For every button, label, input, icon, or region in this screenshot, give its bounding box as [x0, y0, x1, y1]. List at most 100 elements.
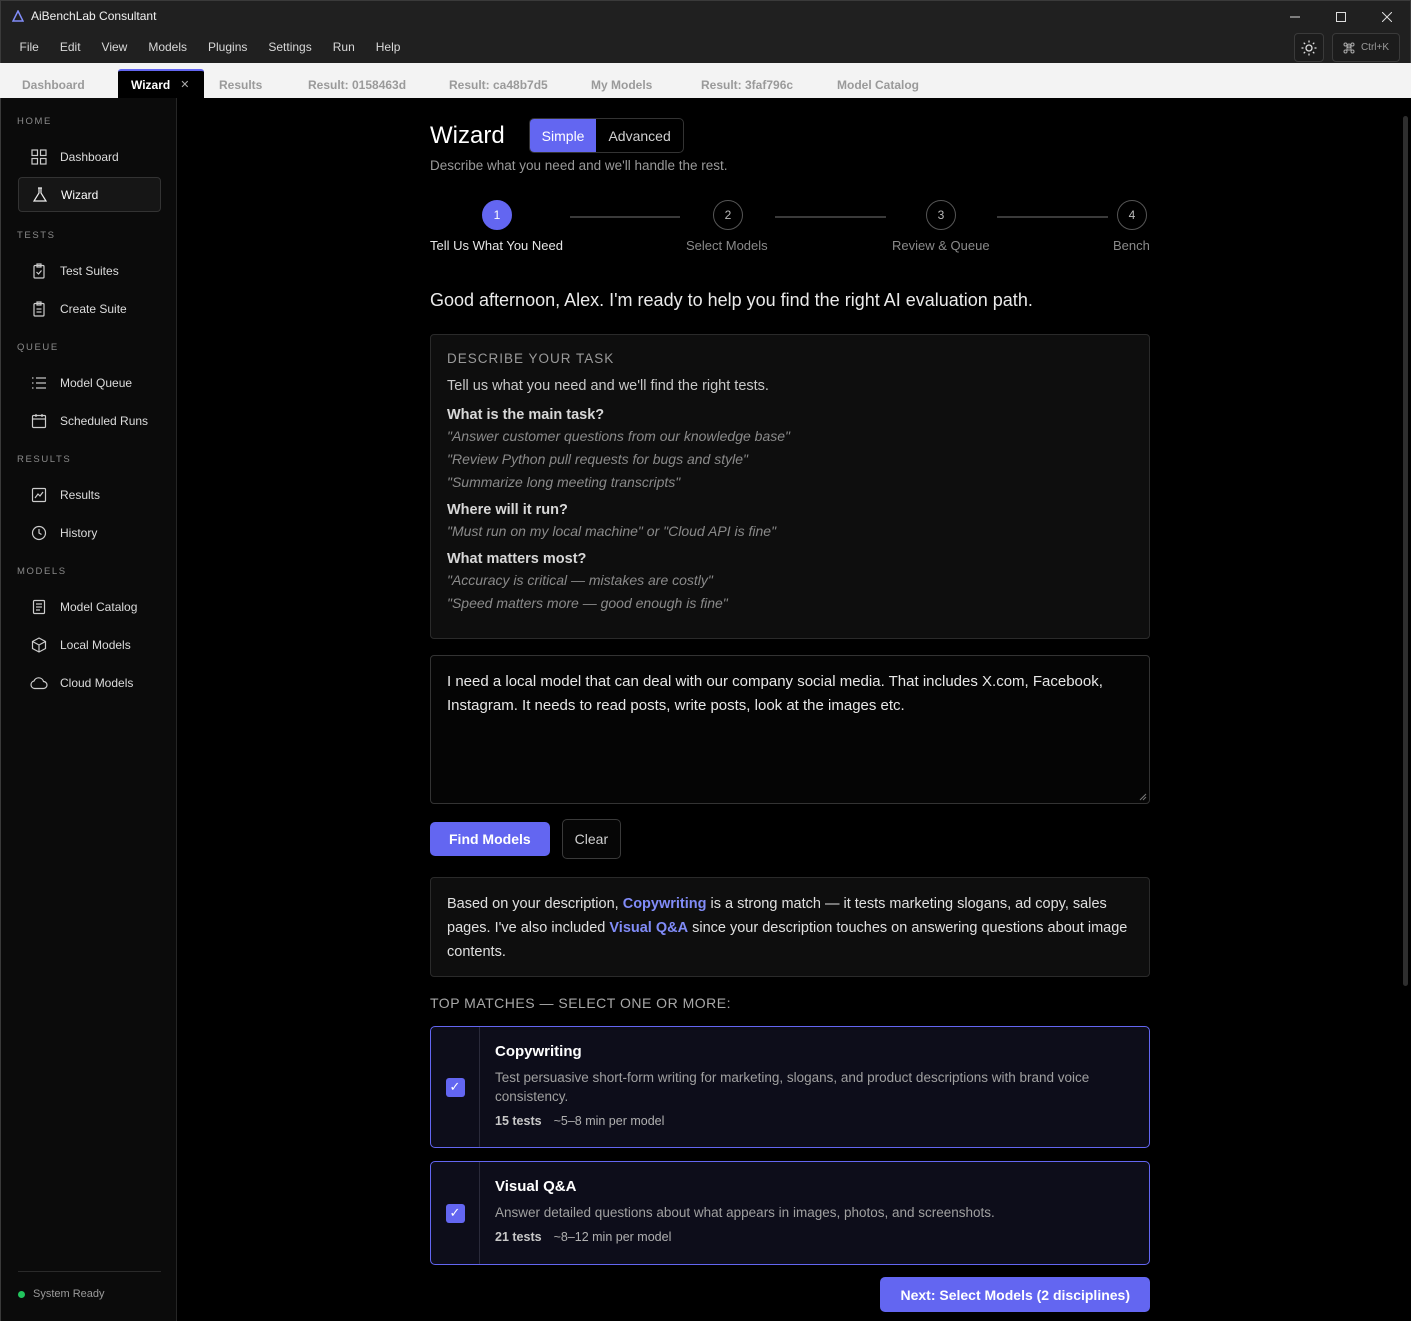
menu-view[interactable]: View: [91, 40, 138, 54]
match-explanation: Based on your description, Copywriting i…: [430, 877, 1150, 977]
list-icon: [30, 374, 48, 392]
mode-advanced-button[interactable]: Advanced: [596, 119, 682, 152]
clipboard-icon: [30, 262, 48, 280]
menu-models[interactable]: Models: [138, 40, 198, 54]
question-example: "Accuracy is critical — mistakes are cos…: [447, 572, 713, 588]
sidebar-section-queue: QUEUE: [17, 342, 59, 353]
step-1-circle: 1: [482, 200, 512, 230]
cube-icon: [30, 636, 48, 654]
sidebar-item-create-suite[interactable]: Create Suite: [18, 291, 161, 326]
question-example: "Speed matters more — good enough is fin…: [447, 595, 728, 611]
tab-result-ca48b7d5[interactable]: Result: ca48b7d5: [434, 67, 576, 102]
resize-handle-icon[interactable]: [1139, 793, 1147, 801]
system-status: System Ready: [18, 1288, 105, 1300]
sidebar-item-label: Test Suites: [60, 263, 119, 278]
match-title: Copywriting: [495, 1043, 582, 1060]
menu-settings[interactable]: Settings: [258, 40, 322, 54]
menu-file[interactable]: File: [9, 40, 49, 54]
sidebar-divider: [18, 1271, 161, 1272]
match-test-count: 15 tests: [495, 1114, 542, 1128]
grid-icon: [30, 148, 48, 166]
copywriting-link[interactable]: Copywriting: [623, 896, 707, 912]
question-title: Where will it run?: [447, 502, 568, 518]
sidebar-item-label: Cloud Models: [60, 675, 134, 690]
main-scrollbar[interactable]: [1400, 108, 1411, 1321]
match-time-estimate: ~8–12 min per model: [553, 1230, 672, 1244]
command-shortcut: Ctrl+K: [1360, 42, 1389, 53]
checkbox-checked-icon[interactable]: ✓: [445, 1077, 465, 1097]
sidebar-section-tests: TESTS: [17, 230, 56, 241]
question-example: "Summarize long meeting transcripts": [447, 474, 681, 490]
step-3-label: Review & Queue: [892, 238, 990, 253]
sidebar-item-dashboard[interactable]: Dashboard: [18, 139, 161, 174]
close-icon[interactable]: ✕: [180, 78, 189, 91]
status-text: System Ready: [33, 1288, 105, 1300]
sidebar-item-cloud-models[interactable]: Cloud Models: [18, 665, 161, 700]
match-description: Test persuasive short-form writing for m…: [495, 1070, 1090, 1104]
step-4-label: Bench: [1113, 238, 1150, 253]
maximize-button[interactable]: [1318, 1, 1364, 32]
menu-run[interactable]: Run: [322, 40, 365, 54]
title-bar: AiBenchLab Consultant: [0, 0, 1411, 31]
close-window-button[interactable]: [1364, 1, 1410, 32]
menu-plugins[interactable]: Plugins: [198, 40, 258, 54]
app-title: AiBenchLab Consultant: [31, 9, 157, 23]
book-icon: [30, 598, 48, 616]
checkbox-checked-icon[interactable]: ✓: [445, 1203, 465, 1223]
clipboard-plus-icon: [30, 300, 48, 318]
mode-simple-button[interactable]: Simple: [529, 119, 597, 152]
tab-my-models[interactable]: My Models: [576, 67, 686, 102]
sidebar-item-history[interactable]: History: [18, 515, 161, 550]
sidebar-item-model-catalog[interactable]: Model Catalog: [18, 589, 161, 624]
sidebar-item-scheduled-runs[interactable]: Scheduled Runs: [18, 403, 161, 438]
sidebar-item-label: Results: [60, 487, 101, 502]
command-palette-button[interactable]: Ctrl+K: [1331, 33, 1400, 62]
status-dot-icon: [18, 1290, 25, 1298]
match-title: Visual Q&A: [495, 1178, 577, 1195]
chart-icon: [30, 486, 48, 504]
menu-bar: File Edit View Models Plugins Settings R…: [0, 31, 1411, 63]
sidebar-section-home: HOME: [17, 116, 52, 127]
describe-task-card: DESCRIBE YOUR TASK Tell us what you need…: [430, 334, 1150, 639]
sidebar: HOME Dashboard Wizard TESTS Test Suites …: [0, 98, 177, 1321]
step-connector: [775, 216, 886, 218]
sidebar-item-local-models[interactable]: Local Models: [18, 627, 161, 662]
flask-icon: [31, 186, 49, 204]
sidebar-item-wizard[interactable]: Wizard: [18, 177, 161, 212]
tab-dashboard[interactable]: Dashboard: [0, 67, 120, 102]
sidebar-item-results[interactable]: Results: [18, 477, 161, 512]
minimize-button[interactable]: [1272, 1, 1318, 32]
scrollbar-thumb[interactable]: [1403, 116, 1408, 986]
step-3-circle: 3: [926, 200, 956, 230]
tab-results[interactable]: Results: [204, 67, 293, 102]
task-description-input[interactable]: I need a local model that can deal with …: [430, 655, 1150, 804]
mode-toggle: Simple Advanced: [528, 118, 684, 153]
step-connector: [570, 216, 680, 218]
theme-toggle-button[interactable]: [1293, 33, 1324, 62]
find-models-button[interactable]: Find Models: [430, 822, 550, 856]
task-description-text: I need a local model that can deal with …: [447, 673, 1103, 714]
visual-qa-link[interactable]: Visual Q&A: [609, 920, 688, 936]
match-card-visual-qa[interactable]: ✓ Visual Q&A Answer detailed questions a…: [430, 1161, 1150, 1265]
tab-result-3faf796c[interactable]: Result: 3faf796c: [686, 67, 822, 102]
tab-result-0158463d[interactable]: Result: 0158463d: [293, 67, 434, 102]
question-example: "Answer customer questions from our know…: [447, 428, 790, 444]
next-select-models-button[interactable]: Next: Select Models (2 disciplines): [880, 1277, 1150, 1312]
clear-button[interactable]: Clear: [561, 819, 622, 859]
step-2-circle: 2: [713, 200, 743, 230]
tab-wizard[interactable]: Wizard ✕: [118, 69, 204, 98]
match-test-count: 21 tests: [495, 1230, 542, 1244]
sun-icon: [1301, 40, 1317, 55]
match-card-copywriting[interactable]: ✓ Copywriting Test persuasive short-form…: [430, 1026, 1150, 1148]
question-example: "Review Python pull requests for bugs an…: [447, 451, 748, 467]
sidebar-item-test-suites[interactable]: Test Suites: [18, 253, 161, 288]
sidebar-item-label: Model Catalog: [60, 599, 138, 614]
menu-edit[interactable]: Edit: [49, 40, 91, 54]
main-content: Wizard Simple Advanced Describe what you…: [178, 98, 1400, 1321]
sidebar-item-label: History: [60, 525, 98, 540]
step-connector: [997, 216, 1108, 218]
tab-model-catalog[interactable]: Model Catalog: [822, 67, 952, 102]
menu-help[interactable]: Help: [365, 40, 411, 54]
question-title: What matters most?: [447, 551, 587, 567]
sidebar-item-model-queue[interactable]: Model Queue: [18, 365, 161, 400]
